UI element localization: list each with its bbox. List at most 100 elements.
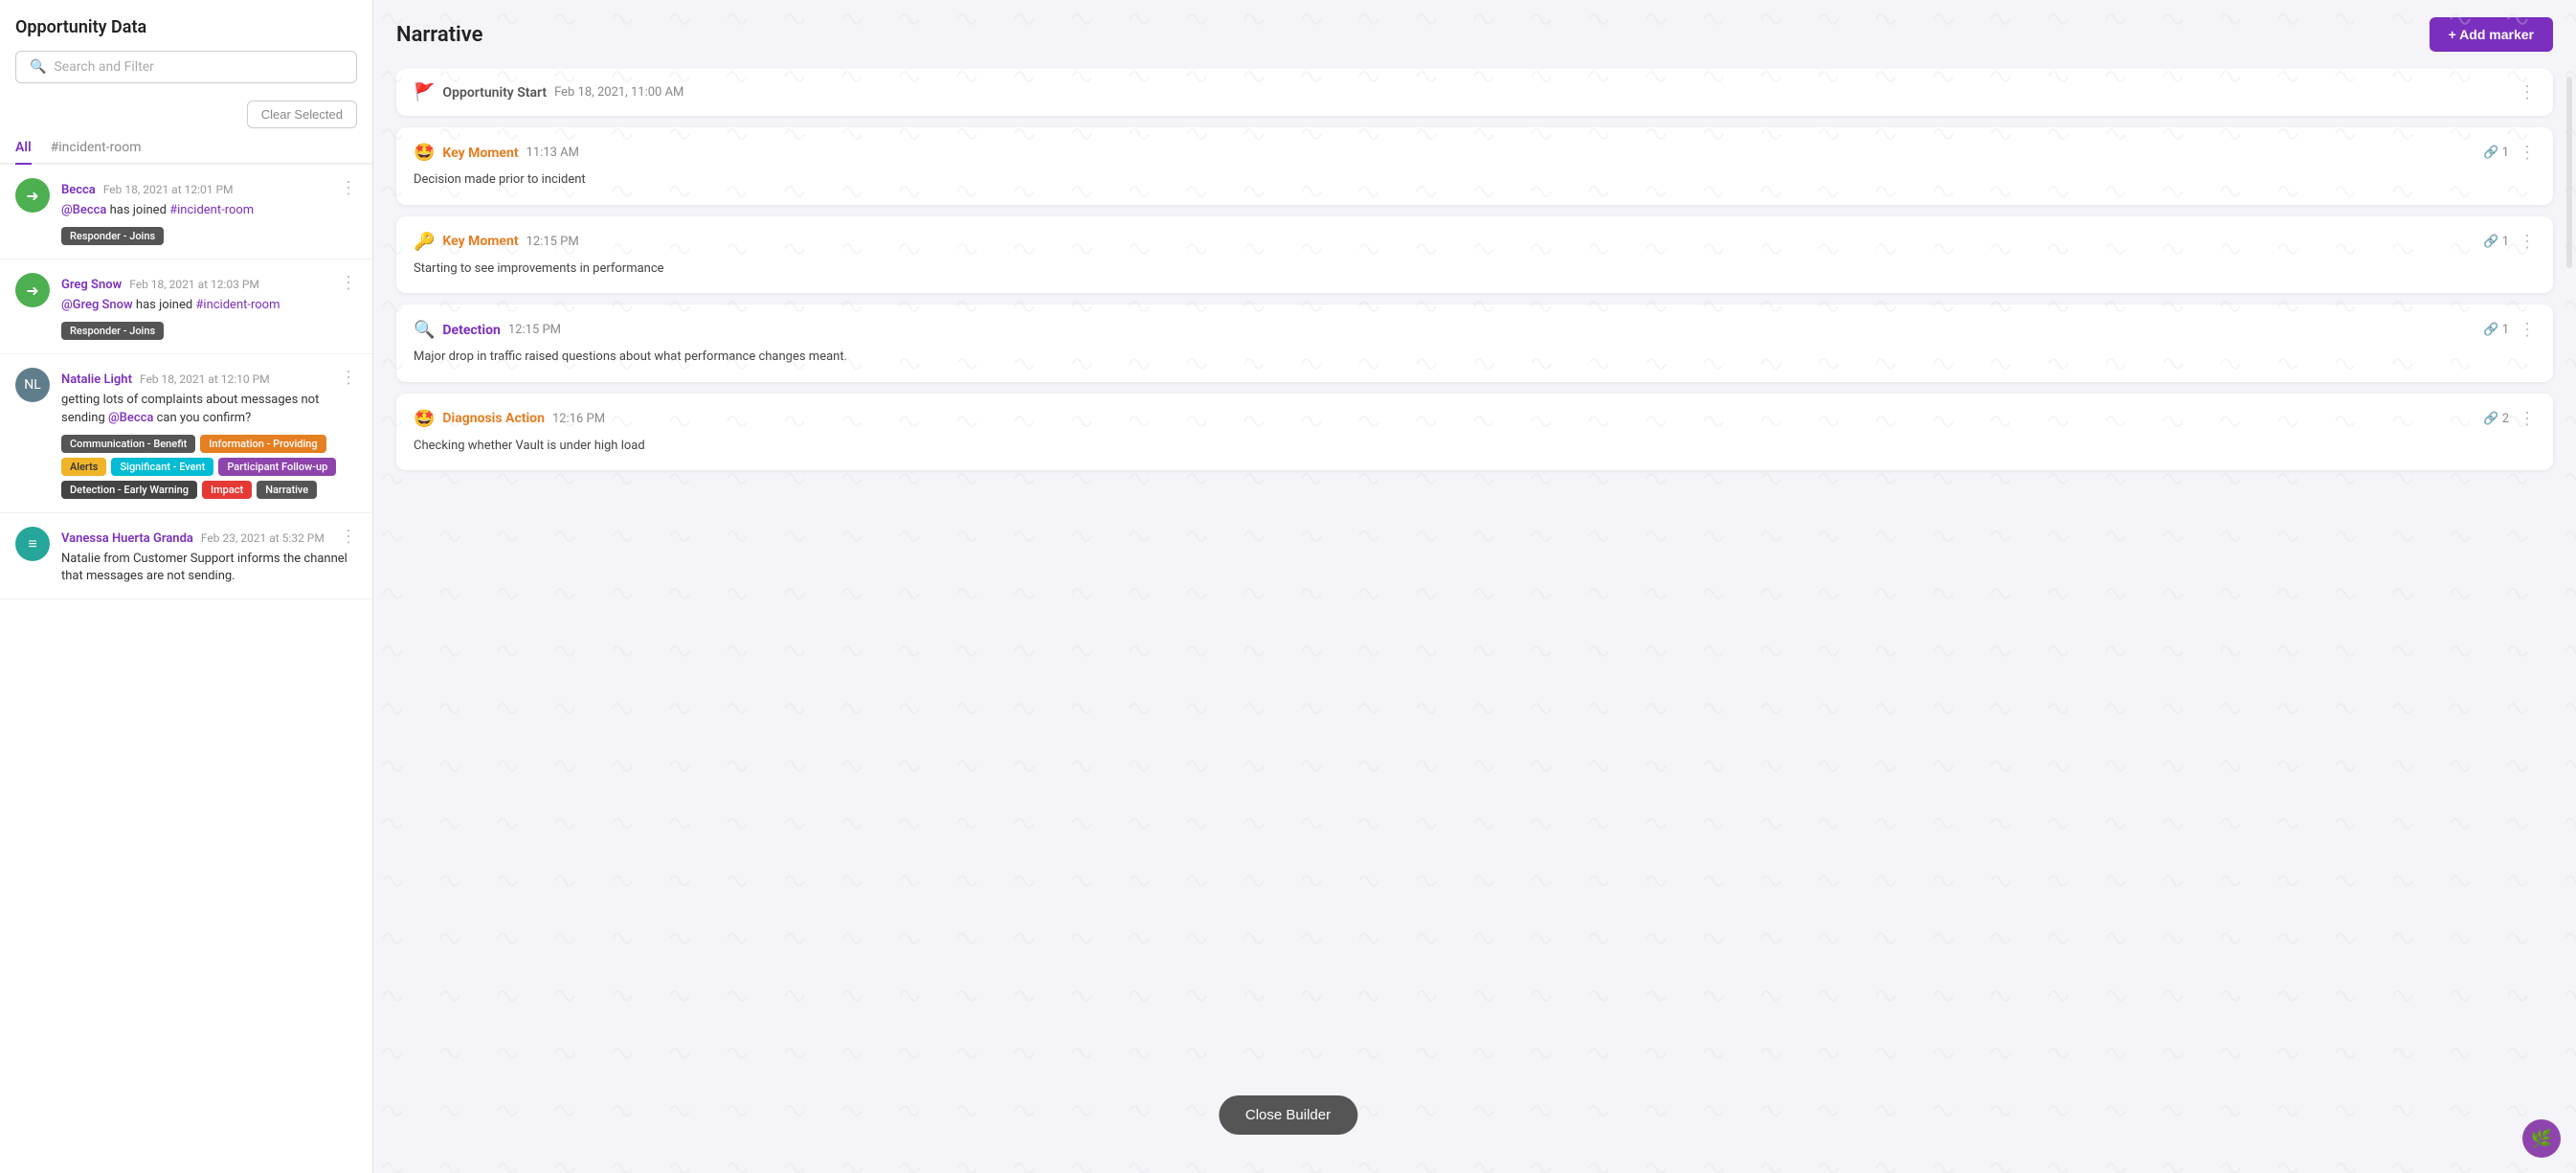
card-options-icon[interactable]: ⋮	[2519, 82, 2536, 102]
tag[interactable]: Responder - Joins	[61, 227, 164, 245]
msg-time: Feb 18, 2021 at 12:10 PM	[140, 372, 270, 386]
msg-author: Greg Snow	[61, 278, 122, 292]
tab-all[interactable]: All	[15, 140, 32, 165]
card-emoji: 🚩	[414, 82, 435, 102]
mention: @Becca	[61, 203, 106, 217]
card-actions: 🔗 1 ⋮	[2483, 232, 2536, 252]
tag[interactable]: Participant Follow-up	[218, 458, 336, 476]
msg-body: @Greg Snow has joined #incident-room	[61, 297, 357, 314]
list-item: ➜ Becca Feb 18, 2021 at 12:01 PM ⋮ @Becc…	[0, 165, 372, 259]
tag[interactable]: Responder - Joins	[61, 322, 164, 340]
msg-author: Becca	[61, 183, 96, 197]
close-builder-button[interactable]: Close Builder	[1219, 1095, 1357, 1135]
card-options-icon[interactable]: ⋮	[2519, 232, 2536, 252]
message-options-icon[interactable]: ⋮	[340, 368, 357, 388]
tag[interactable]: Alerts	[61, 458, 106, 476]
message-content: Natalie Light Feb 18, 2021 at 12:10 PM ⋮…	[61, 368, 357, 498]
msg-body: Natalie from Customer Support informs th…	[61, 551, 357, 585]
card-emoji: 🔍	[414, 320, 435, 340]
card-emoji: 🤩	[414, 143, 435, 163]
scrollbar[interactable]	[2566, 77, 2572, 268]
avatar: NL	[15, 368, 50, 402]
card-emoji: 🔑	[414, 232, 435, 252]
message-content: Vanessa Huerta Granda Feb 23, 2021 at 5:…	[61, 527, 357, 585]
mention: @Greg Snow	[61, 298, 133, 312]
clear-selected-button[interactable]: Clear Selected	[247, 101, 357, 128]
tag[interactable]: Impact	[202, 481, 252, 499]
card-type: Key Moment	[442, 234, 518, 249]
message-options-icon[interactable]: ⋮	[340, 178, 357, 198]
card-options-icon[interactable]: ⋮	[2519, 409, 2536, 429]
avatar-initials: NL	[24, 377, 41, 393]
card-link-count: 🔗 1	[2483, 235, 2509, 249]
mention: @Becca	[108, 411, 153, 425]
card-time: 12:15 PM	[508, 323, 561, 337]
tag[interactable]: Narrative	[257, 481, 317, 499]
message-header: Vanessa Huerta Granda Feb 23, 2021 at 5:…	[61, 527, 357, 547]
card-options-icon[interactable]: ⋮	[2519, 320, 2536, 340]
tab-incident-room[interactable]: #incident-room	[51, 140, 142, 165]
left-header: Opportunity Data 🔍 Search and Filter	[0, 0, 372, 93]
msg-time: Feb 18, 2021 at 12:03 PM	[129, 278, 259, 291]
narrative-card: 🤩 Key Moment 11:13 AM 🔗 1 ⋮ Decision mad…	[396, 127, 2553, 205]
list-item: ≡ Vanessa Huerta Granda Feb 23, 2021 at …	[0, 513, 372, 599]
card-type: Detection	[442, 323, 500, 338]
msg-time: Feb 23, 2021 at 5:32 PM	[201, 531, 325, 545]
card-type: Key Moment	[442, 146, 518, 161]
channel-link: #incident-room	[195, 298, 280, 312]
msg-time: Feb 18, 2021 at 12:01 PM	[103, 183, 234, 196]
right-header: Narrative + Add marker	[373, 0, 2576, 69]
message-header: Becca Feb 18, 2021 at 12:01 PM ⋮	[61, 178, 357, 198]
card-header: 🤩 Diagnosis Action 12:16 PM 🔗 2 ⋮	[414, 409, 2536, 429]
left-panel: Opportunity Data 🔍 Search and Filter Cle…	[0, 0, 373, 1173]
card-time: 12:16 PM	[552, 412, 605, 426]
message-header: Greg Snow Feb 18, 2021 at 12:03 PM ⋮	[61, 273, 357, 293]
list-item: NL Natalie Light Feb 18, 2021 at 12:10 P…	[0, 354, 372, 512]
right-panel: Narrative + Add marker 🚩 Opportunity Sta…	[373, 0, 2576, 1173]
card-options-icon[interactable]: ⋮	[2519, 143, 2536, 163]
tag[interactable]: Communication - Benefit	[61, 435, 195, 453]
channel-link: #incident-room	[169, 203, 254, 217]
app-title: Opportunity Data	[15, 17, 357, 37]
msg-author: Vanessa Huerta Granda	[61, 531, 193, 546]
narrative-card: 🚩 Opportunity Start Feb 18, 2021, 11:00 …	[396, 69, 2553, 116]
card-header: 🤩 Key Moment 11:13 AM 🔗 1 ⋮	[414, 143, 2536, 163]
card-header: 🚩 Opportunity Start Feb 18, 2021, 11:00 …	[414, 82, 2536, 102]
narrative-title: Narrative	[396, 23, 482, 47]
tabs-row: All #incident-room	[0, 132, 372, 165]
card-body: Starting to see improvements in performa…	[414, 259, 2536, 279]
tag[interactable]: Significant - Event	[111, 458, 213, 476]
card-type: Opportunity Start	[442, 85, 547, 101]
message-options-icon[interactable]: ⋮	[340, 273, 357, 293]
tags-row: Responder - Joins	[61, 227, 357, 245]
card-header: 🔑 Key Moment 12:15 PM 🔗 1 ⋮	[414, 232, 2536, 252]
card-link-count: 🔗 1	[2483, 323, 2509, 337]
narrative-card: 🔑 Key Moment 12:15 PM 🔗 1 ⋮ Starting to …	[396, 216, 2553, 294]
search-icon: 🔍	[30, 59, 46, 75]
search-placeholder: Search and Filter	[54, 59, 154, 75]
message-options-icon[interactable]: ⋮	[340, 527, 357, 547]
messages-list: ➜ Becca Feb 18, 2021 at 12:01 PM ⋮ @Becc…	[0, 165, 372, 1173]
narrative-cards: 🚩 Opportunity Start Feb 18, 2021, 11:00 …	[373, 69, 2576, 1173]
tags-row: Responder - Joins	[61, 322, 357, 340]
msg-body: @Becca has joined #incident-room	[61, 202, 357, 219]
avatar: ➜	[15, 178, 50, 213]
tag[interactable]: Detection - Early Warning	[61, 481, 197, 499]
card-emoji: 🤩	[414, 409, 435, 429]
tag[interactable]: Information - Providing	[200, 435, 325, 453]
card-type: Diagnosis Action	[442, 411, 545, 426]
card-actions: 🔗 2 ⋮	[2483, 409, 2536, 429]
add-marker-button[interactable]: + Add marker	[2430, 17, 2553, 52]
avatar: ➜	[15, 273, 50, 307]
card-actions: 🔗 1 ⋮	[2483, 143, 2536, 163]
narrative-card: 🤩 Diagnosis Action 12:16 PM 🔗 2 ⋮ Checki…	[396, 394, 2553, 471]
card-body: Checking whether Vault is under high loa…	[414, 437, 2536, 456]
msg-body: getting lots of complaints about message…	[61, 392, 357, 426]
list-item: ➜ Greg Snow Feb 18, 2021 at 12:03 PM ⋮ @…	[0, 259, 372, 354]
user-avatar[interactable]: 🌿	[2522, 1119, 2561, 1158]
card-link-count: 🔗 2	[2483, 412, 2509, 426]
message-header: Natalie Light Feb 18, 2021 at 12:10 PM ⋮	[61, 368, 357, 388]
card-body: Decision made prior to incident	[414, 170, 2536, 190]
search-bar[interactable]: 🔍 Search and Filter	[15, 51, 357, 83]
narrative-card: 🔍 Detection 12:15 PM 🔗 1 ⋮ Major drop in…	[396, 305, 2553, 382]
